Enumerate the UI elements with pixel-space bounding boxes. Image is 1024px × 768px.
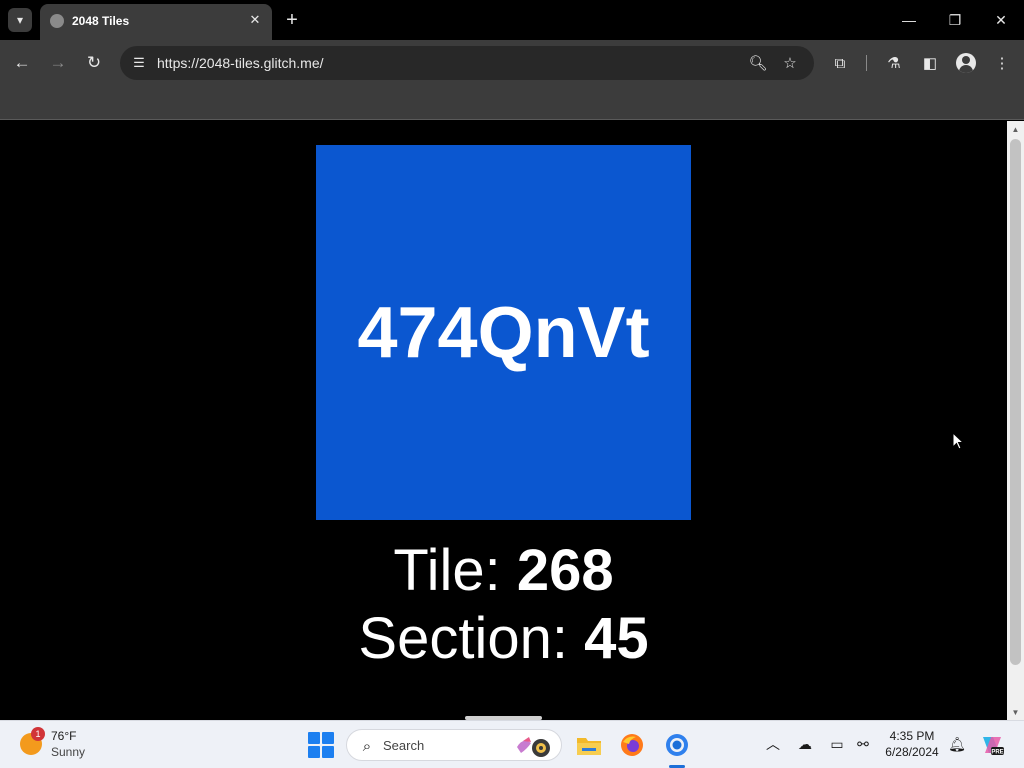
tile-code: 474QnVt bbox=[357, 292, 650, 373]
scroll-thumb[interactable] bbox=[1010, 139, 1021, 665]
clock-time: 4:35 PM bbox=[889, 729, 935, 743]
weather-condition: Sunny bbox=[51, 745, 86, 759]
reload-icon: ↻ bbox=[86, 53, 102, 72]
scroll-down-icon[interactable]: ▼ bbox=[1007, 704, 1024, 720]
close-icon: ✕ bbox=[995, 11, 1007, 28]
search-highlight-art-icon bbox=[517, 737, 550, 757]
side-panel-icon[interactable]: ◧ bbox=[916, 49, 944, 77]
reload-button[interactable]: ↻ bbox=[80, 49, 108, 77]
show-hidden-icons-chevron-icon[interactable]: ︿ bbox=[762, 733, 784, 755]
minimize-button[interactable]: — bbox=[886, 0, 932, 40]
weather-temperature: 76°F bbox=[51, 729, 77, 743]
close-icon: ✕ bbox=[249, 12, 261, 27]
firefox-icon[interactable] bbox=[616, 729, 648, 761]
tab-search-button[interactable]: ▾ bbox=[8, 8, 32, 32]
chevron-down-icon: ▾ bbox=[16, 13, 24, 27]
scroll-up-icon[interactable]: ▲ bbox=[1007, 121, 1024, 137]
restore-button[interactable]: ❐ bbox=[932, 0, 978, 40]
windows-taskbar: 1 76°F Sunny ⌕ Search ︿ ☁ ▭ ⚯ 4:35 PM 6/… bbox=[0, 720, 1024, 768]
network-icon[interactable]: ⚯ bbox=[852, 733, 874, 755]
new-tab-button[interactable]: + bbox=[280, 8, 304, 32]
plus-icon: + bbox=[286, 8, 298, 31]
globe-icon bbox=[50, 14, 64, 28]
tile-number: 268 bbox=[516, 538, 614, 603]
section-label: Section: bbox=[358, 606, 568, 671]
chrome-icon[interactable] bbox=[661, 729, 693, 761]
notification-badge: 1 bbox=[31, 727, 45, 741]
windows-logo-icon bbox=[308, 732, 320, 744]
bookmark-star-icon[interactable]: ☆ bbox=[779, 52, 801, 74]
extensions-icon[interactable]: ⧉ bbox=[826, 49, 854, 77]
bookmarks-bar bbox=[0, 86, 1024, 120]
arrow-left-icon: ← bbox=[13, 53, 31, 72]
notification-bell-icon[interactable]: 🔔︎ bbox=[946, 733, 968, 755]
copilot-icon[interactable]: PRE bbox=[976, 729, 1008, 761]
page-viewport: 474QnVt Tile: 268 Section: 45 bbox=[0, 121, 1007, 720]
search-placeholder: Search bbox=[383, 738, 425, 753]
address-bar[interactable]: ☰ https://2048-tiles.glitch.me/ 🔍︎ ☆ bbox=[120, 46, 814, 80]
mouse-cursor-icon bbox=[952, 432, 965, 450]
onedrive-offline-icon[interactable]: ☁ bbox=[794, 733, 816, 755]
section-number: 45 bbox=[584, 606, 649, 671]
toolbar-divider bbox=[866, 55, 867, 71]
browser-toolbar: ← → ↻ ☰ https://2048-tiles.glitch.me/ 🔍︎… bbox=[0, 40, 1024, 86]
profile-avatar[interactable] bbox=[956, 53, 976, 73]
taskbar-search[interactable]: ⌕ Search bbox=[346, 729, 562, 761]
tab-close-button[interactable]: ✕ bbox=[246, 11, 264, 29]
search-icon: ⌕ bbox=[362, 737, 372, 755]
start-button[interactable] bbox=[308, 732, 334, 758]
clock-date: 6/28/2024 bbox=[885, 745, 939, 759]
arrow-right-icon: → bbox=[49, 53, 67, 72]
tile-info: Tile: 268 bbox=[0, 537, 1007, 604]
tab-title: 2048 Tiles bbox=[72, 14, 130, 28]
tile-label: Tile: bbox=[393, 538, 501, 603]
active-tab[interactable]: 2048 Tiles ✕ bbox=[40, 4, 272, 40]
vertical-scrollbar[interactable]: ▲ ▼ bbox=[1007, 121, 1024, 720]
url-text[interactable]: https://2048-tiles.glitch.me/ bbox=[157, 55, 324, 71]
file-explorer-icon[interactable] bbox=[573, 729, 605, 761]
display-icon[interactable]: ▭ bbox=[826, 733, 848, 755]
svg-text:PRE: PRE bbox=[991, 750, 1003, 756]
restore-icon: ❐ bbox=[948, 11, 962, 28]
back-button[interactable]: ← bbox=[8, 49, 36, 77]
title-bar: ▾ 2048 Tiles ✕ + — ❐ ✕ bbox=[0, 0, 1024, 40]
labs-flask-icon[interactable]: ⚗ bbox=[880, 49, 908, 77]
menu-kebab-icon[interactable]: ⋮ bbox=[988, 49, 1016, 77]
close-window-button[interactable]: ✕ bbox=[978, 0, 1024, 40]
forward-button[interactable]: → bbox=[44, 49, 72, 77]
zoom-icon[interactable]: 🔍︎ bbox=[747, 52, 769, 74]
site-info-icon[interactable]: ☰ bbox=[128, 52, 150, 74]
tile-card: 474QnVt bbox=[316, 145, 691, 520]
section-info: Section: 45 bbox=[0, 605, 1007, 672]
minimize-icon: — bbox=[902, 12, 916, 28]
